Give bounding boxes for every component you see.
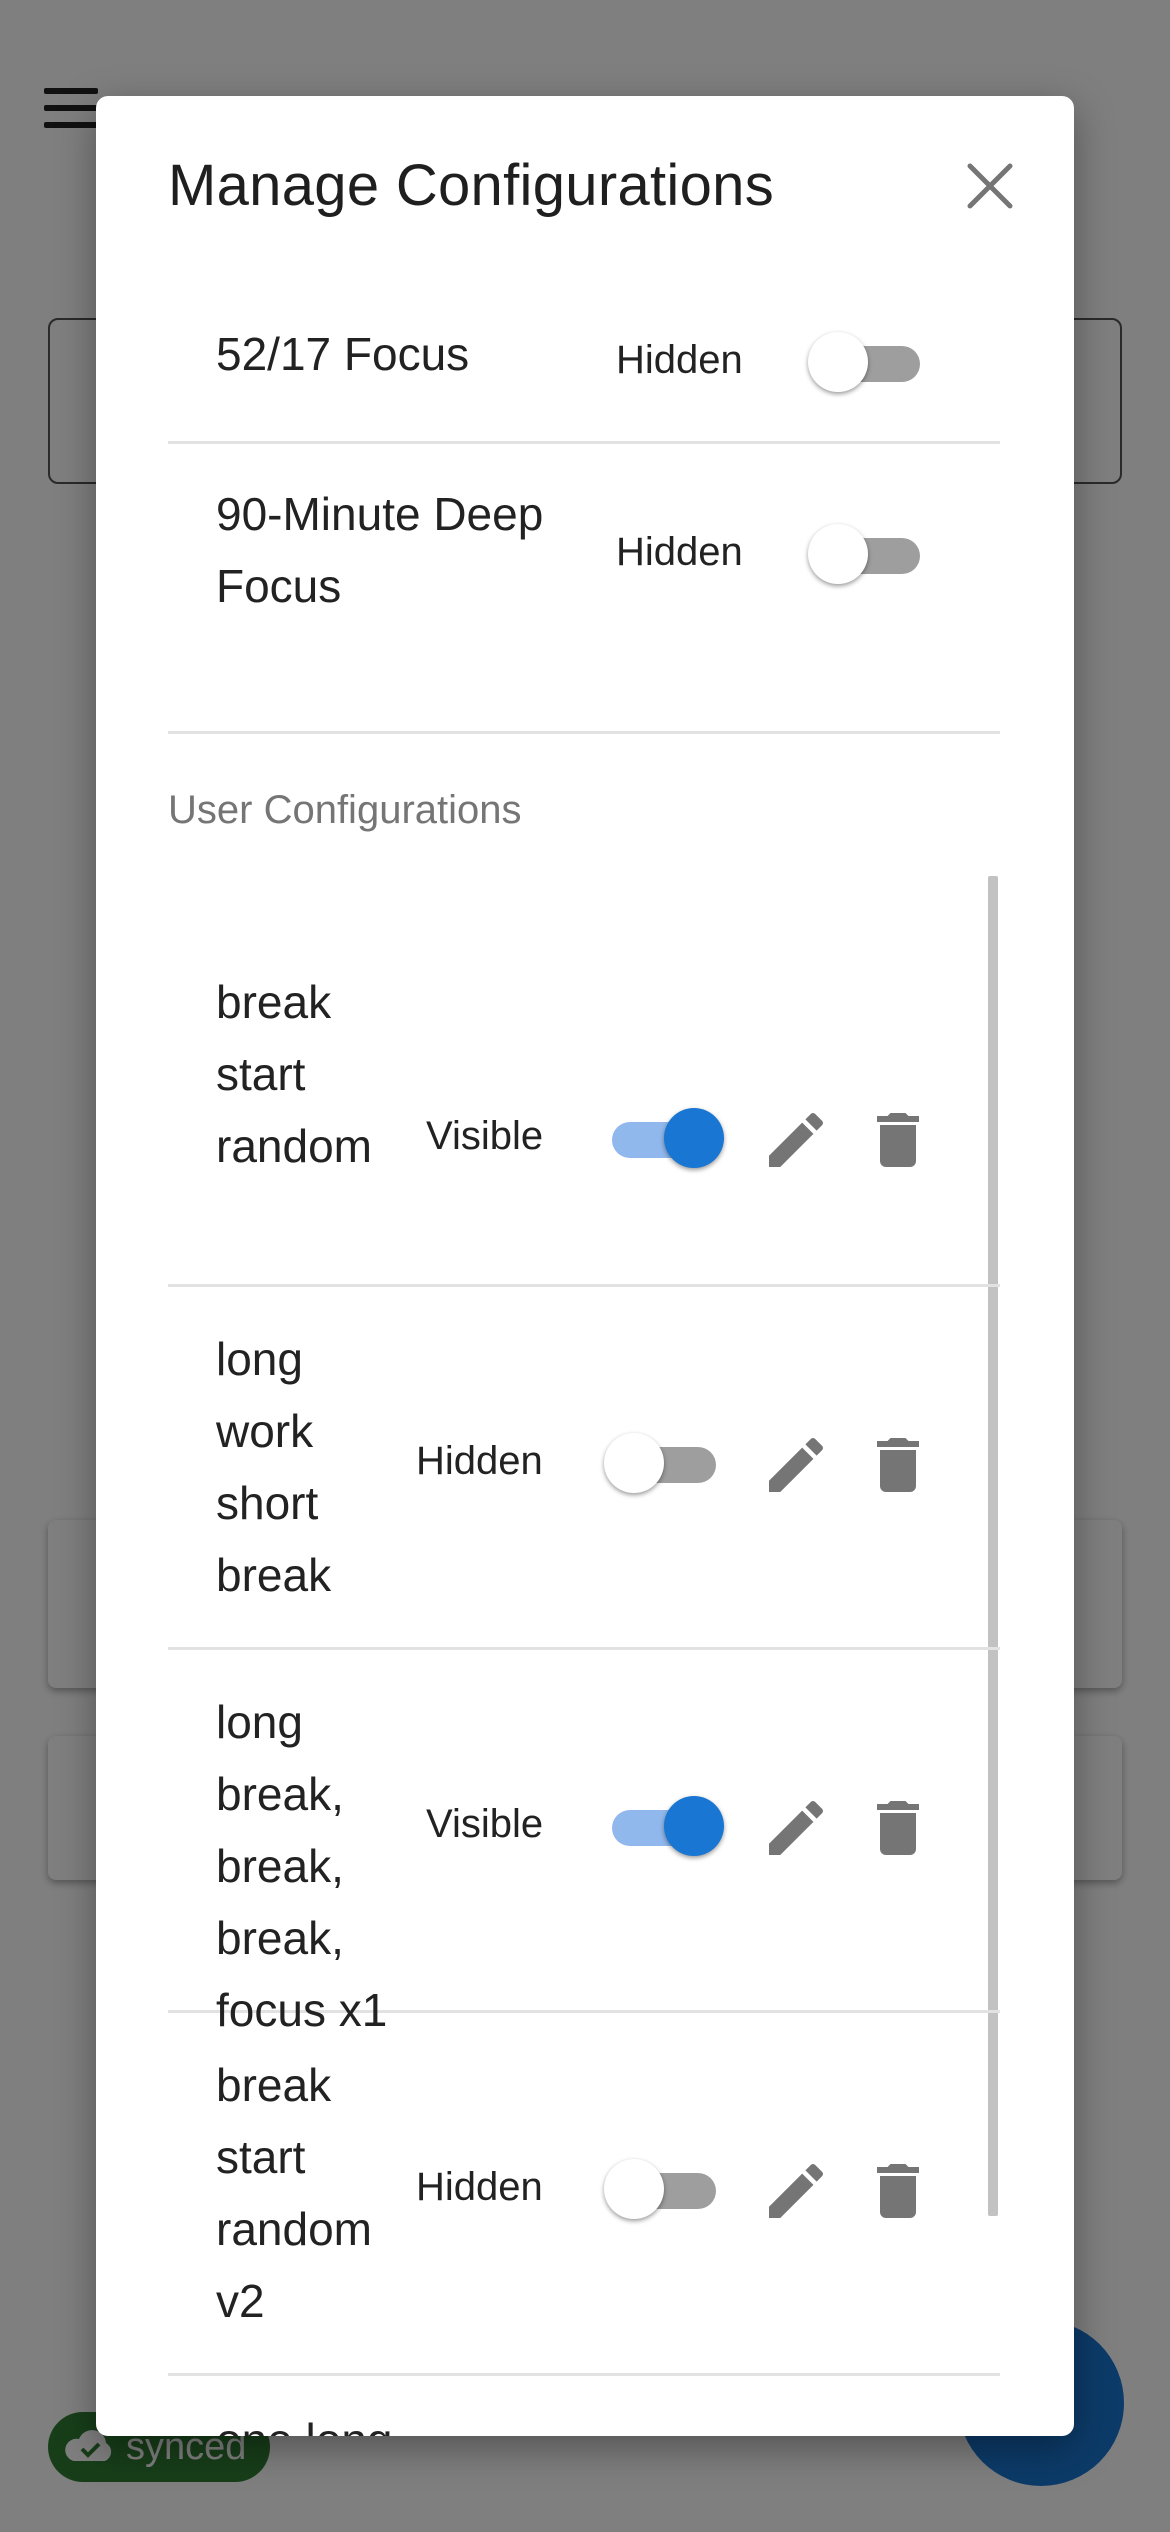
- user-configurations-heading: User Configurations: [168, 788, 522, 832]
- config-name: break start random: [216, 976, 372, 1172]
- edit-button[interactable]: [760, 2155, 832, 2227]
- edit-button[interactable]: [760, 1792, 832, 1864]
- trash-icon: [877, 2164, 919, 2218]
- visibility-toggle[interactable]: [808, 332, 928, 392]
- manage-configurations-dialog: Manage Configurations 52/17 Focus Hidden…: [96, 96, 1074, 2436]
- config-name: 52/17 Focus: [216, 328, 470, 380]
- config-row: break start random Visible: [168, 936, 1000, 1287]
- config-name: break start random v2: [216, 2059, 372, 2327]
- visibility-status: Hidden: [616, 530, 743, 574]
- config-row: long break, break, break, focus x1 Visib…: [168, 1650, 1000, 2036]
- edit-button[interactable]: [760, 1104, 832, 1176]
- visibility-toggle[interactable]: [604, 2159, 724, 2219]
- visibility-status: Visible: [426, 1114, 544, 1158]
- edit-button[interactable]: [760, 1429, 832, 1501]
- config-name: long break, break, break, focus x1: [216, 1696, 388, 2036]
- delete-button[interactable]: [862, 1792, 934, 1864]
- close-icon: [967, 163, 1013, 209]
- config-row: 52/17 Focus Hidden: [168, 288, 1000, 444]
- pencil-icon: [769, 1112, 824, 1167]
- visibility-status: Hidden: [416, 1439, 543, 1483]
- dialog-title: Manage Configurations: [168, 153, 775, 218]
- config-row: 90-Minute Deep Focus Hidden: [168, 444, 1000, 734]
- trash-icon: [877, 1113, 919, 1167]
- visibility-toggle[interactable]: [604, 1433, 724, 1493]
- delete-button[interactable]: [862, 2155, 934, 2227]
- close-button[interactable]: [956, 152, 1024, 220]
- config-name: long work short break: [216, 1333, 332, 1601]
- visibility-status: Hidden: [416, 2165, 543, 2209]
- delete-button[interactable]: [862, 1104, 934, 1176]
- pencil-icon: [769, 1437, 824, 1492]
- visibility-toggle[interactable]: [808, 524, 928, 584]
- config-row: break start random v2 Hidden: [168, 2013, 1000, 2376]
- trash-icon: [877, 1438, 919, 1492]
- config-row: long work short break Hidden: [168, 1287, 1000, 1650]
- pencil-icon: [769, 2163, 824, 2218]
- visibility-status: Hidden: [616, 338, 743, 382]
- visibility-status: Visible: [426, 1802, 544, 1846]
- trash-icon: [877, 1801, 919, 1855]
- config-row: one long: [168, 2376, 1000, 2436]
- delete-button[interactable]: [862, 1429, 934, 1501]
- visibility-toggle[interactable]: [604, 1108, 724, 1168]
- config-name: one long: [216, 2404, 516, 2436]
- config-name: 90-Minute Deep Focus: [216, 488, 544, 612]
- pencil-icon: [769, 1800, 824, 1855]
- visibility-toggle[interactable]: [604, 1796, 724, 1856]
